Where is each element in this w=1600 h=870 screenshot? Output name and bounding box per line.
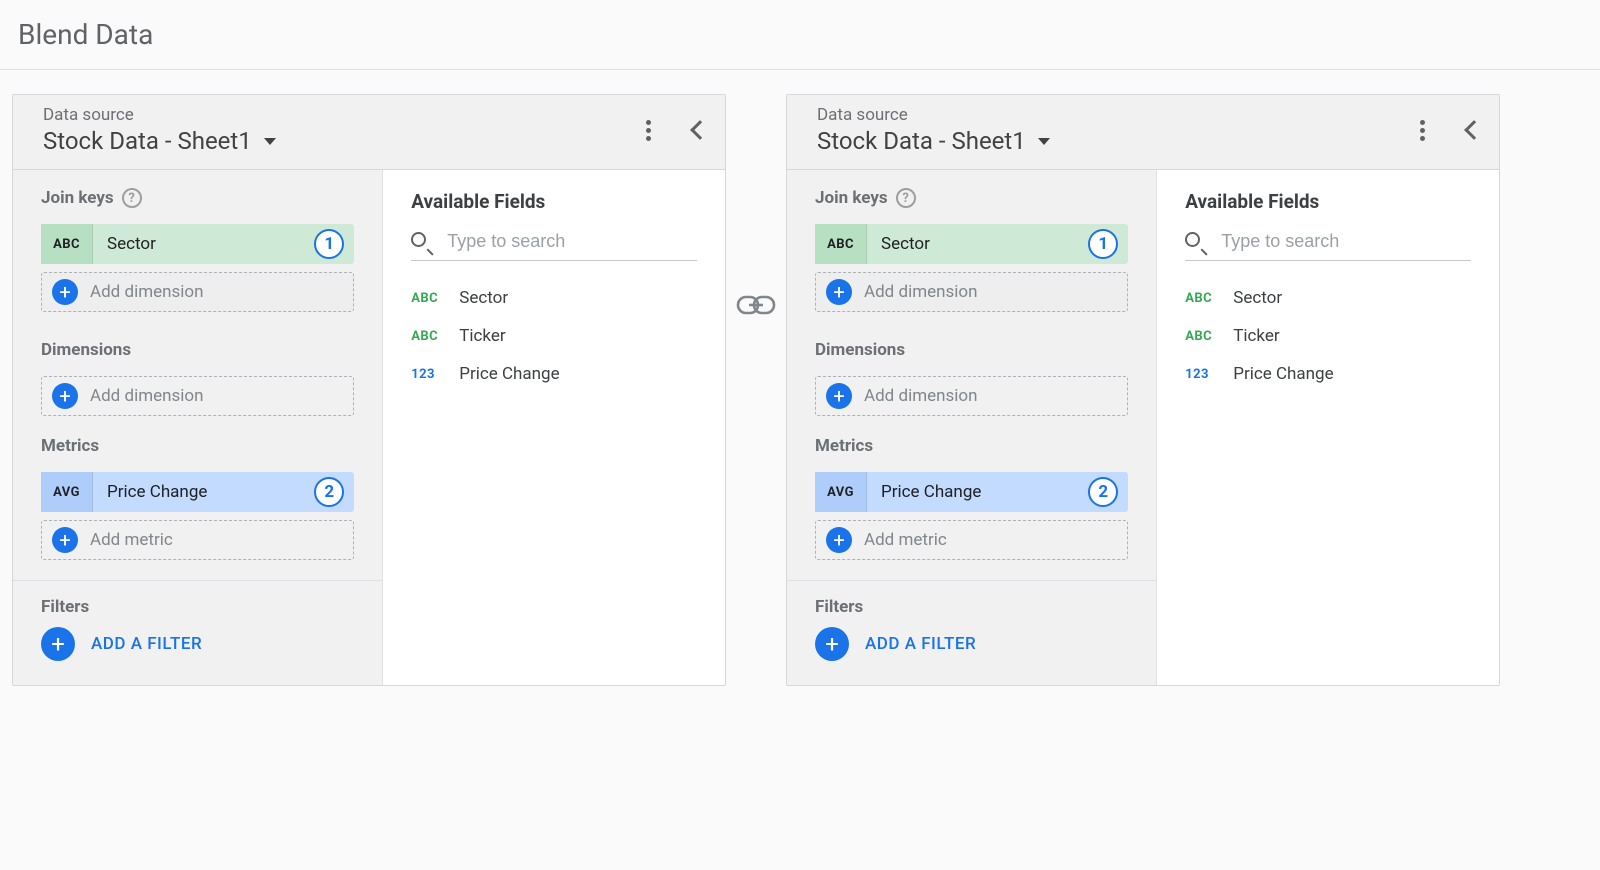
caret-down-icon (264, 138, 276, 145)
available-fields-column: Available Fields ABC Sector ABC Ticker 1… (383, 170, 725, 685)
callout-badge-2: 2 (1088, 477, 1118, 507)
join-key-label: Sector (93, 234, 314, 254)
plus-icon: + (41, 627, 75, 661)
search-input[interactable] (1221, 231, 1471, 252)
field-type-icon: ABC (1185, 329, 1215, 344)
field-label: Sector (1233, 288, 1282, 308)
field-type-avg: AVG (41, 472, 93, 512)
field-type-icon: 123 (1185, 367, 1215, 382)
data-source-label: Data source (43, 105, 640, 125)
fields-search[interactable] (1185, 231, 1471, 261)
search-icon (1185, 232, 1205, 252)
callout-badge-1: 1 (1088, 229, 1118, 259)
data-source-selector[interactable]: Stock Data - Sheet1 (43, 127, 276, 155)
field-type-abc: ABC (41, 224, 93, 264)
join-key-chip[interactable]: ABC Sector 1 (815, 224, 1128, 264)
available-field[interactable]: 123 Price Change (1185, 355, 1471, 393)
dimensions-heading: Dimensions (41, 340, 131, 360)
filters-section: Filters + ADD A FILTER (13, 581, 382, 685)
collapse-panel-button[interactable] (690, 120, 710, 140)
metric-chip[interactable]: AVG Price Change 2 (815, 472, 1128, 512)
available-fields-heading: Available Fields (411, 190, 697, 213)
field-type-icon: ABC (411, 291, 441, 306)
available-field[interactable]: ABC Ticker (411, 317, 697, 355)
dimensions-heading: Dimensions (815, 340, 905, 360)
config-column: Join keys ? ABC Sector 1 + Add dimension (787, 170, 1157, 685)
field-type-abc: ABC (815, 224, 867, 264)
metrics-heading: Metrics (41, 436, 99, 456)
metric-chip[interactable]: AVG Price Change 2 (41, 472, 354, 512)
caret-down-icon (1038, 138, 1050, 145)
field-label: Ticker (459, 326, 505, 346)
plus-icon: + (826, 383, 852, 409)
panel-header: Data source Stock Data - Sheet1 (787, 95, 1499, 170)
help-icon[interactable]: ? (896, 188, 916, 208)
data-source-name: Stock Data - Sheet1 (817, 127, 1026, 155)
join-keys-section: Join keys ? ABC Sector 1 + Add dimension (13, 170, 382, 332)
more-options-button[interactable] (1414, 114, 1431, 147)
metrics-section: Metrics AVG Price Change 2 + Add metric (13, 436, 382, 580)
filters-heading: Filters (815, 597, 863, 617)
add-dimension-button[interactable]: + Add dimension (41, 376, 354, 416)
join-keys-heading: Join keys (815, 188, 888, 208)
plus-icon: + (52, 527, 78, 553)
join-key-chip[interactable]: ABC Sector 1 (41, 224, 354, 264)
config-column: Join keys ? ABC Sector 1 + Add dimension (13, 170, 383, 685)
field-label: Ticker (1233, 326, 1279, 346)
panel-header: Data source Stock Data - Sheet1 (13, 95, 725, 170)
collapse-panel-button[interactable] (1464, 120, 1484, 140)
plus-icon: + (52, 279, 78, 305)
dimensions-section: Dimensions + Add dimension (13, 332, 382, 436)
add-join-key-button[interactable]: + Add dimension (41, 272, 354, 312)
data-source-selector[interactable]: Stock Data - Sheet1 (817, 127, 1050, 155)
data-source-name: Stock Data - Sheet1 (43, 127, 252, 155)
data-source-panel: Data source Stock Data - Sheet1 Join key… (12, 94, 726, 686)
search-input[interactable] (447, 231, 697, 252)
add-dimension-button[interactable]: + Add dimension (815, 376, 1128, 416)
available-field[interactable]: ABC Ticker (1185, 317, 1471, 355)
filters-section: Filters + ADD A FILTER (787, 581, 1156, 685)
panels-row: Data source Stock Data - Sheet1 Join key… (0, 70, 1600, 710)
available-field[interactable]: 123 Price Change (411, 355, 697, 393)
callout-badge-1: 1 (314, 229, 344, 259)
dimensions-section: Dimensions + Add dimension (787, 332, 1156, 436)
field-type-avg: AVG (815, 472, 867, 512)
add-join-key-button[interactable]: + Add dimension (815, 272, 1128, 312)
join-keys-heading: Join keys (41, 188, 114, 208)
available-field[interactable]: ABC Sector (1185, 279, 1471, 317)
available-fields-heading: Available Fields (1185, 190, 1471, 213)
add-filter-button[interactable]: + ADD A FILTER (815, 627, 1128, 661)
field-type-icon: ABC (1185, 291, 1215, 306)
metrics-heading: Metrics (815, 436, 873, 456)
help-icon[interactable]: ? (122, 188, 142, 208)
plus-icon: + (826, 279, 852, 305)
field-type-icon: 123 (411, 367, 441, 382)
add-filter-button[interactable]: + ADD A FILTER (41, 627, 354, 661)
add-metric-button[interactable]: + Add metric (41, 520, 354, 560)
join-keys-section: Join keys ? ABC Sector 1 + Add dimension (787, 170, 1156, 332)
fields-search[interactable] (411, 231, 697, 261)
metrics-section: Metrics AVG Price Change 2 + Add metric (787, 436, 1156, 580)
add-metric-button[interactable]: + Add metric (815, 520, 1128, 560)
filters-heading: Filters (41, 597, 89, 617)
field-type-icon: ABC (411, 329, 441, 344)
search-icon (411, 232, 431, 252)
plus-icon: + (52, 383, 78, 409)
more-options-button[interactable] (640, 114, 657, 147)
page-title: Blend Data (0, 0, 1600, 69)
join-link-icon (726, 94, 786, 316)
metric-label: Price Change (867, 482, 1088, 502)
field-label: Price Change (1233, 364, 1333, 384)
field-label: Price Change (459, 364, 559, 384)
callout-badge-2: 2 (314, 477, 344, 507)
plus-icon: + (826, 527, 852, 553)
data-source-panel: Data source Stock Data - Sheet1 Join key… (786, 94, 1500, 686)
join-key-label: Sector (867, 234, 1088, 254)
metric-label: Price Change (93, 482, 314, 502)
available-fields-column: Available Fields ABC Sector ABC Ticker 1… (1157, 170, 1499, 685)
available-field[interactable]: ABC Sector (411, 279, 697, 317)
data-source-label: Data source (817, 105, 1414, 125)
plus-icon: + (815, 627, 849, 661)
field-label: Sector (459, 288, 508, 308)
